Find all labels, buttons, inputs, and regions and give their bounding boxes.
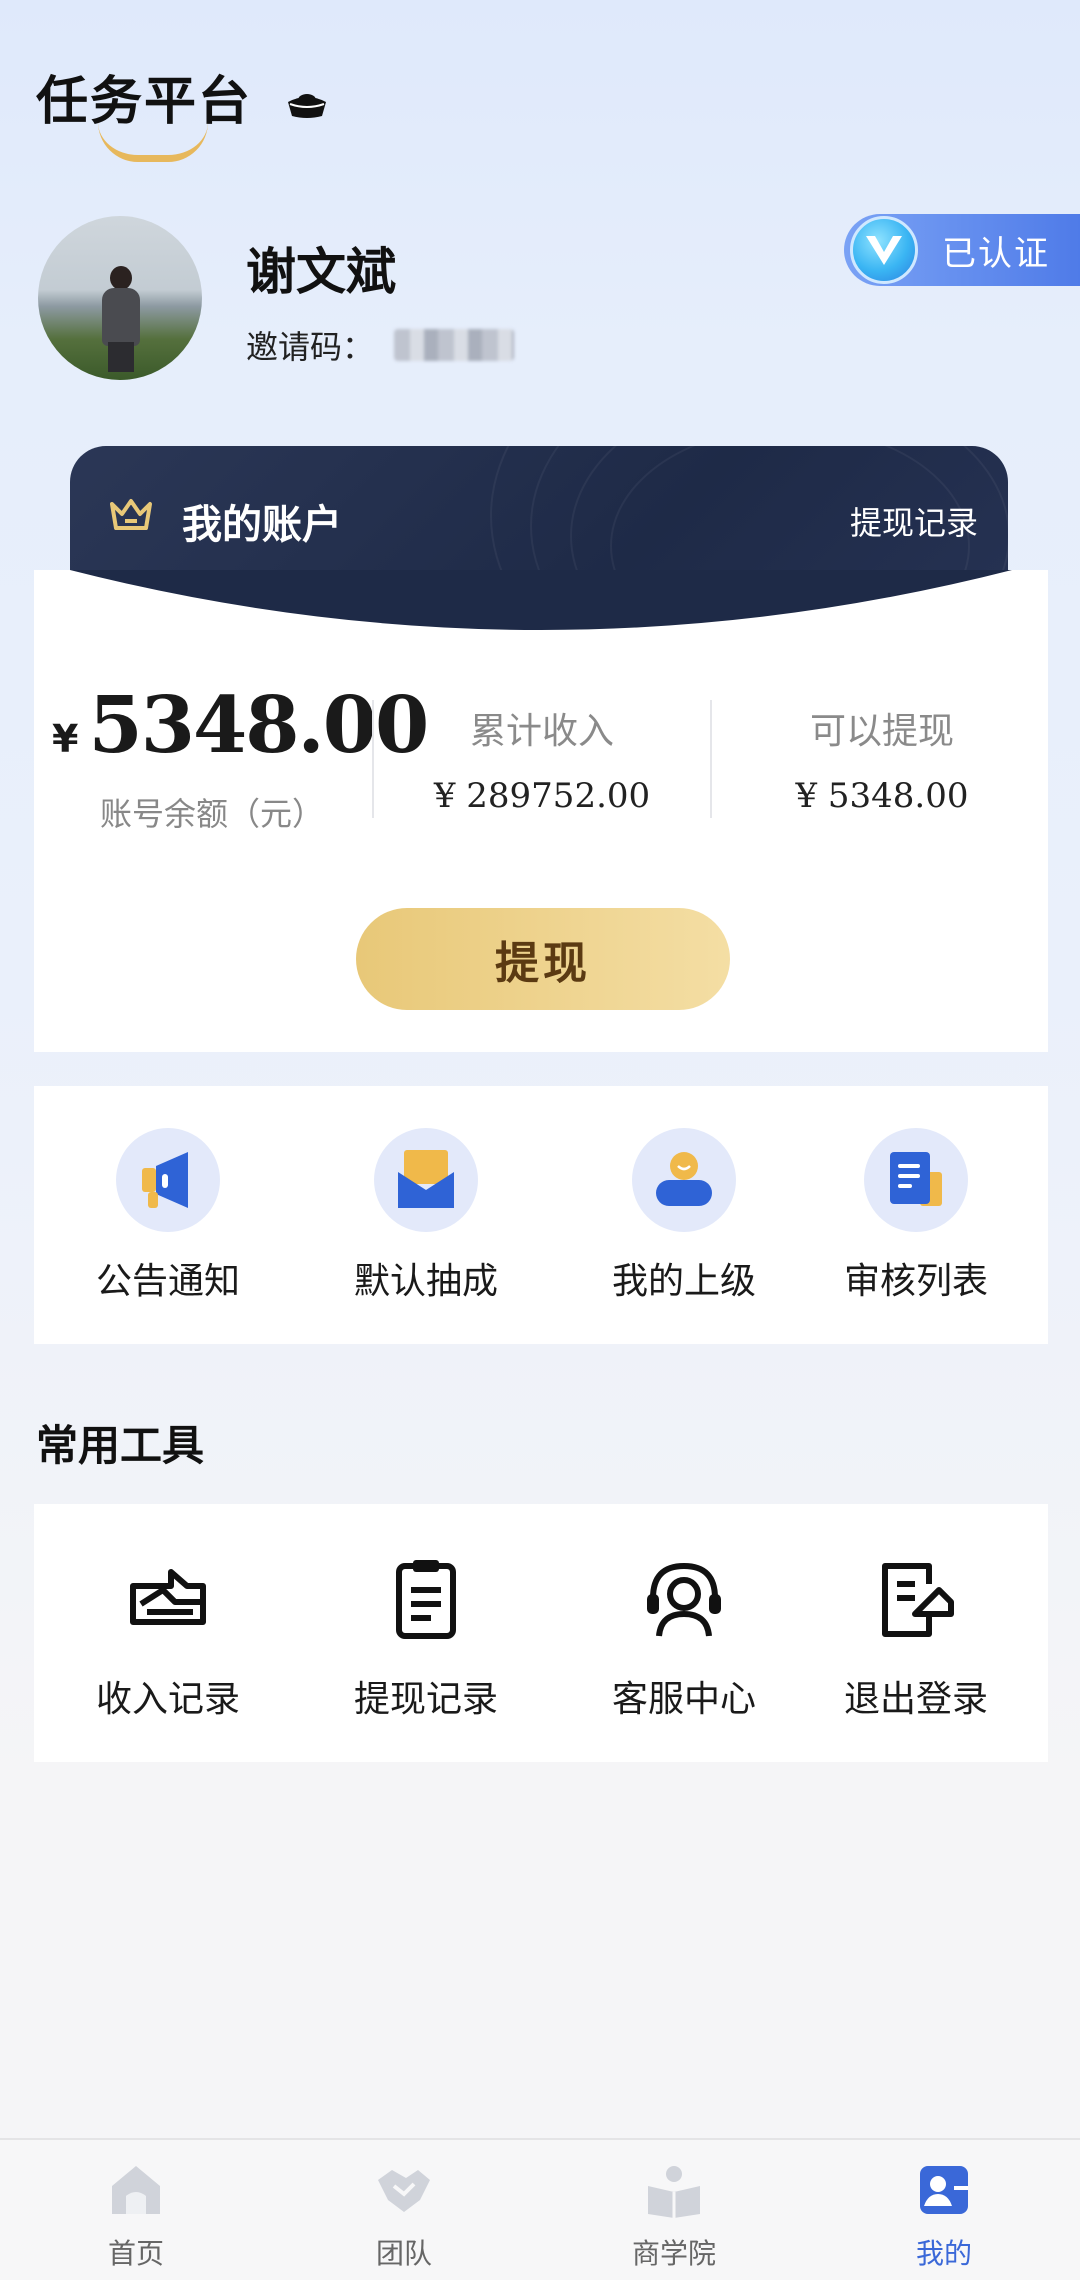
nav-label: 团队 [375, 2237, 432, 2270]
balance-label: 账号余额（元） [100, 795, 325, 833]
quick-action-label: 默认抽成 [353, 1261, 498, 1302]
profile-icon [920, 2166, 968, 2214]
logout-icon [882, 1563, 954, 1637]
envelope-icon [374, 1128, 478, 1232]
invite-code-label: 邀请码： [246, 328, 375, 366]
verified-label: 已认证 [942, 233, 1050, 274]
tool-customer-service[interactable]: 客服中心 [564, 1554, 804, 1722]
withdraw-record-link[interactable]: 提现记录 [850, 498, 978, 544]
quick-action-announcements[interactable]: 公告通知 [48, 1128, 288, 1304]
tool-logout[interactable]: 退出登录 [796, 1554, 1036, 1722]
nav-business-school[interactable]: 商学院 [574, 2160, 774, 2272]
divider [372, 700, 374, 818]
logo-smile-icon [98, 122, 208, 162]
nav-home[interactable]: 首页 [36, 2160, 236, 2272]
invite-code-row: 邀请码： [246, 322, 515, 368]
quick-action-label: 审核列表 [843, 1261, 988, 1302]
nav-mine[interactable]: 我的 [844, 2160, 1044, 2272]
tool-label: 提现记录 [353, 1679, 498, 1720]
quick-actions: 公告通知 默认抽成 我的上级 审核列表 [34, 1086, 1048, 1344]
nav-label: 我的 [915, 2237, 972, 2270]
app-logo: 任务平台 [36, 70, 336, 162]
tool-withdraw-record[interactable]: 提现记录 [306, 1554, 546, 1722]
tools-panel: 收入记录 提现记录 客服中心 退出登录 [34, 1504, 1048, 1762]
megaphone-icon [116, 1128, 220, 1232]
quick-action-label: 公告通知 [95, 1261, 240, 1302]
quick-action-my-superior[interactable]: 我的上级 [564, 1128, 804, 1304]
total-income-value: ¥ 289752.00 [433, 776, 651, 816]
tool-income-record[interactable]: 收入记录 [48, 1554, 288, 1722]
person-icon [632, 1128, 736, 1232]
tools-section-title: 常用工具 [36, 1421, 205, 1470]
home-icon [112, 2166, 160, 2214]
verified-v-icon [850, 216, 918, 284]
quick-action-default-commission[interactable]: 默认抽成 [306, 1128, 546, 1304]
bottom-nav: 首页 团队 商学院 我的 [0, 2138, 1080, 2280]
handshake-icon [378, 2170, 430, 2212]
tool-label: 收入记录 [95, 1679, 240, 1720]
balance-amount: 5348.00 [88, 680, 429, 771]
invite-code-value[interactable] [394, 329, 515, 361]
tool-label: 退出登录 [843, 1679, 988, 1720]
currency-symbol: ¥ [52, 717, 79, 761]
document-icon [864, 1128, 968, 1232]
user-name: 谢文斌 [246, 243, 396, 301]
account-balance: ¥ 5348.00 账号余额（元） [52, 680, 429, 835]
crown-icon [110, 499, 152, 530]
nav-label: 商学院 [631, 2237, 716, 2270]
headset-icon [647, 1562, 721, 1637]
income-record-icon [130, 1569, 206, 1625]
tool-label: 客服中心 [611, 1679, 756, 1720]
verified-badge[interactable]: 已认证 [844, 214, 1080, 286]
account-title: 我的账户 [182, 502, 342, 548]
clipboard-icon [396, 1560, 456, 1639]
gold-ingot-icon [288, 94, 326, 118]
quick-action-review-list[interactable]: 审核列表 [796, 1128, 1036, 1304]
withdrawable-label: 可以提现 [809, 711, 954, 752]
total-income-label: 累计收入 [469, 711, 614, 752]
quick-action-label: 我的上级 [611, 1261, 756, 1302]
total-income: 累计收入 ¥ 289752.00 [382, 702, 702, 816]
book-icon [648, 2166, 700, 2218]
nav-team[interactable]: 团队 [304, 2160, 504, 2272]
withdrawable-value: ¥ 5348.00 [795, 776, 969, 816]
avatar[interactable] [38, 216, 202, 380]
nav-label: 首页 [107, 2237, 164, 2270]
withdrawable: 可以提现 ¥ 5348.00 [722, 702, 1042, 816]
withdraw-button[interactable]: 提现 [356, 908, 730, 1010]
account-card-body: ¥ 5348.00 账号余额（元） 累计收入 ¥ 289752.00 可以提现 … [34, 570, 1048, 1052]
divider [710, 700, 712, 818]
